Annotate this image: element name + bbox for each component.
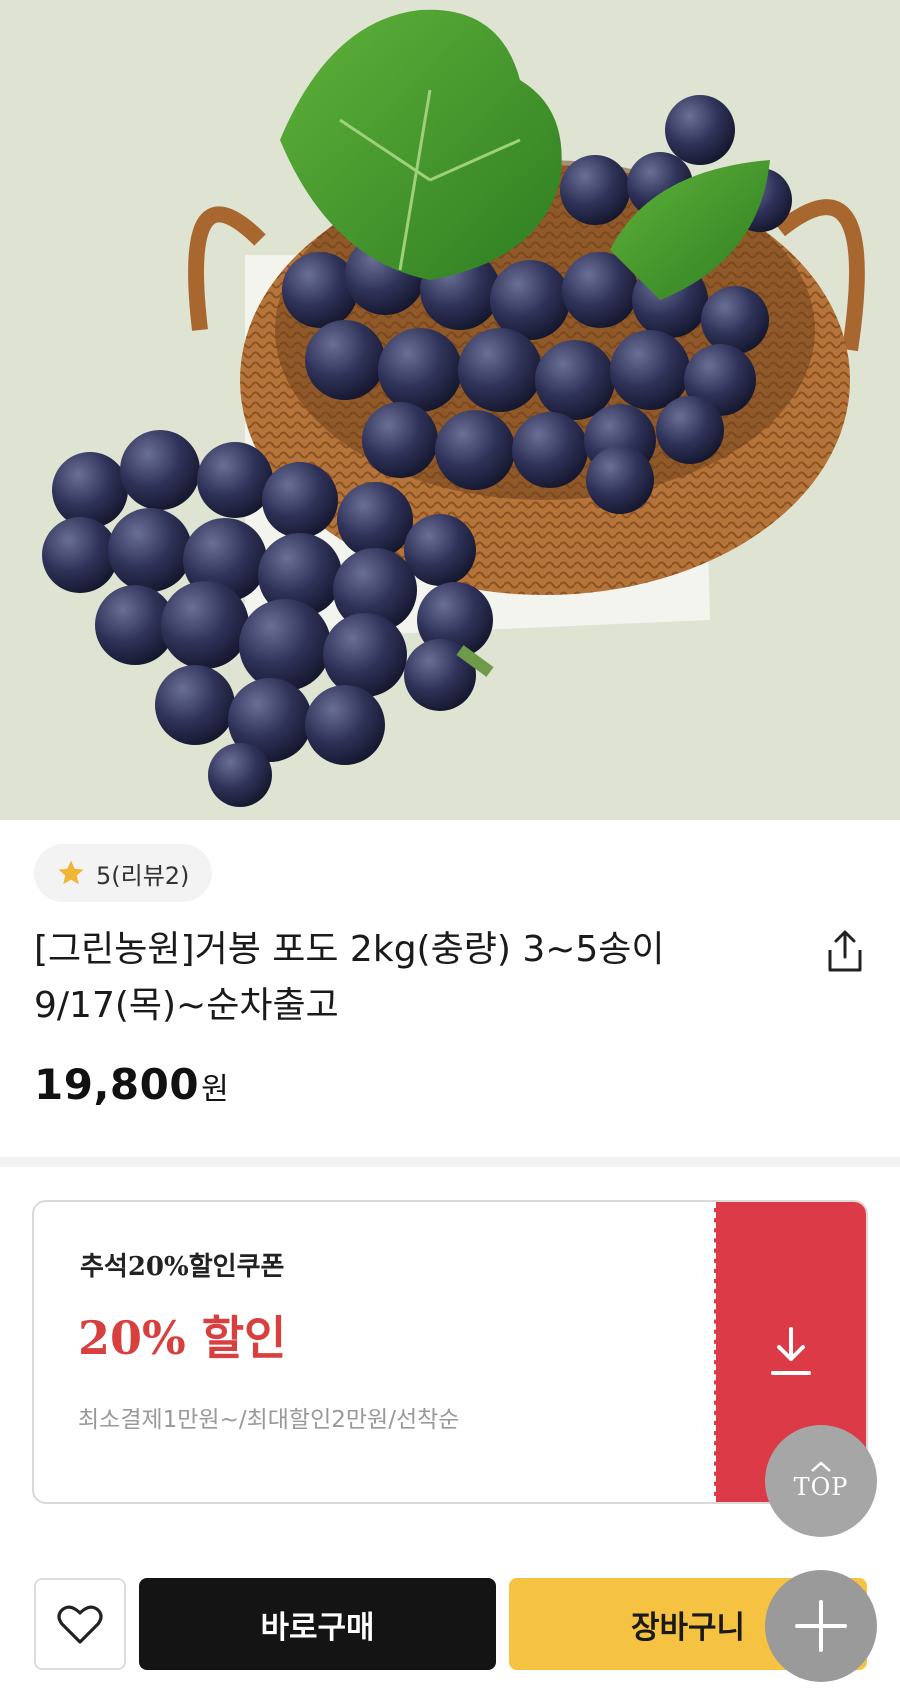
floating-plus-button[interactable] [765, 1570, 877, 1682]
chevron-up-icon [811, 1461, 831, 1472]
product-price: 19,800 원 [34, 1060, 229, 1109]
rating-badge[interactable]: 5(리뷰2) [34, 844, 212, 902]
wishlist-button[interactable] [34, 1578, 126, 1670]
scroll-top-button[interactable]: TOP [765, 1425, 877, 1537]
top-label: TOP [793, 1473, 849, 1501]
buy-now-button[interactable]: 바로구매 [139, 1578, 496, 1670]
price-value: 19,800 [34, 1060, 200, 1109]
heart-icon [57, 1605, 103, 1644]
rating-text: 5(리뷰2) [96, 861, 190, 890]
star-icon [58, 860, 84, 885]
coupon-discount: 20% 할인 [78, 1311, 287, 1365]
share-icon[interactable] [822, 928, 868, 974]
download-icon [771, 1327, 811, 1375]
section-divider [0, 1157, 900, 1167]
coupon-name: 추석20%할인쿠폰 [80, 1252, 285, 1282]
product-title: [그린농원]거봉 포도 2kg(충량) 3~5송이 9/17(목)~순차출고 [34, 929, 665, 1026]
coupon-conditions: 최소결제1만원~/최대할인2만원/선착순 [78, 1407, 460, 1433]
plus-icon [795, 1600, 847, 1652]
price-unit: 원 [201, 1072, 229, 1107]
product-image [0, 0, 900, 820]
coupon-card[interactable]: 추석20%할인쿠폰 20% 할인 최소결제1만원~/최대할인2만원/선착순 [32, 1200, 868, 1504]
